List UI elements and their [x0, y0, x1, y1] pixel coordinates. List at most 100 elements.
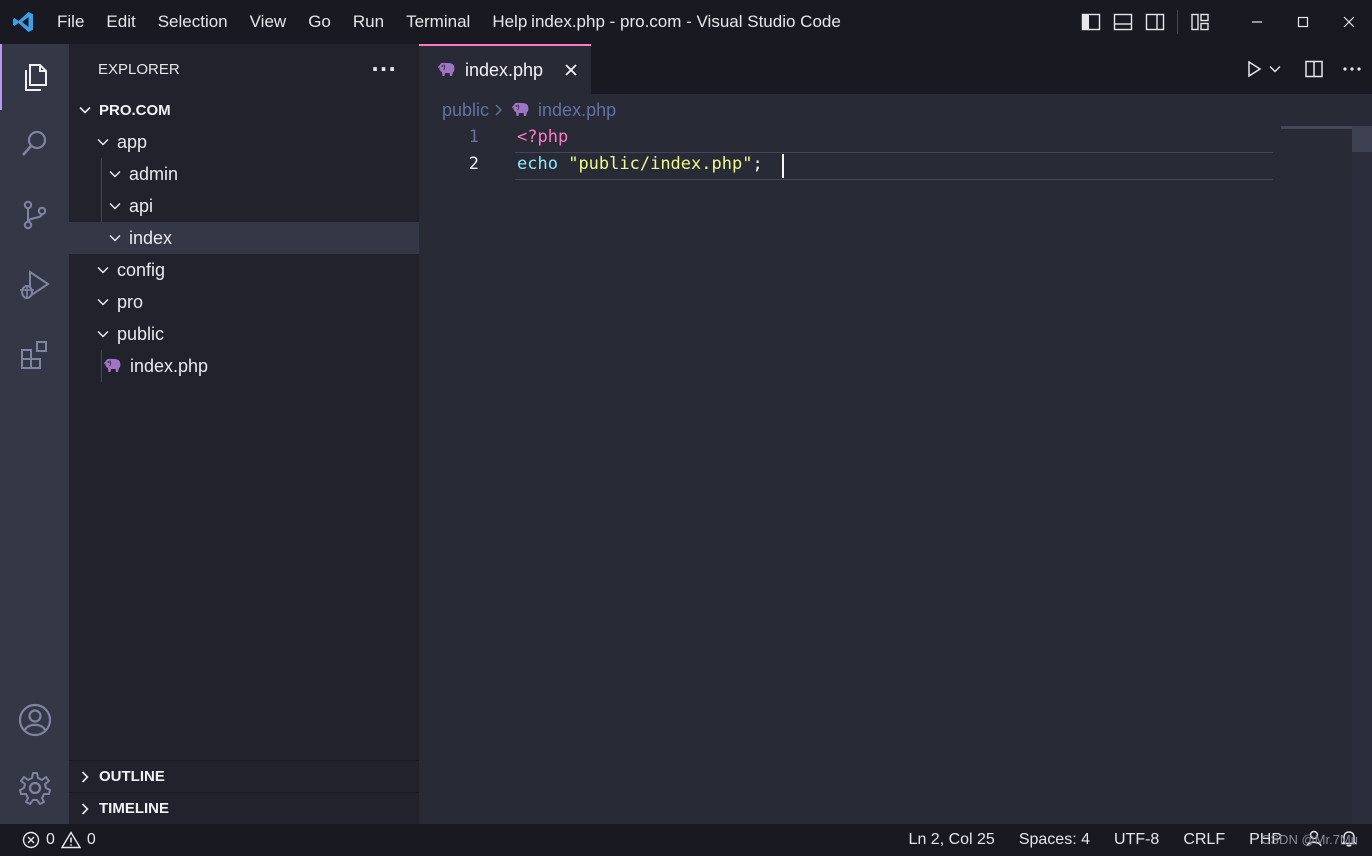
title-bar-controls [1075, 0, 1372, 44]
chevron-down-icon [105, 228, 125, 248]
title-bar-separator [1177, 10, 1178, 34]
accounts-icon[interactable] [0, 687, 69, 753]
explorer-title: EXPLORER [98, 60, 180, 78]
source-control-icon[interactable] [0, 182, 69, 248]
more-actions-icon[interactable] [1342, 44, 1362, 94]
minimap[interactable] [1281, 126, 1357, 129]
tree-item-label: app [117, 131, 148, 152]
tab-index-php[interactable]: index.php [419, 44, 591, 94]
toggle-secondary-sidebar-icon[interactable] [1139, 0, 1171, 44]
menu-file[interactable]: File [46, 0, 95, 44]
more-actions-button[interactable]: ··· [371, 57, 397, 81]
extensions-icon[interactable] [0, 322, 69, 388]
error-icon [22, 831, 40, 849]
menu-help[interactable]: Help [481, 0, 538, 44]
outline-label: OUTLINE [99, 768, 165, 785]
activity-bar [0, 44, 69, 824]
customize-layout-icon[interactable] [1184, 0, 1216, 44]
toggle-panel-icon[interactable] [1107, 0, 1139, 44]
breadcrumb: public index.php [442, 98, 616, 122]
error-count: 0 [46, 831, 55, 848]
file-tree: app admin api index config pro public in… [69, 126, 419, 426]
code-line-2[interactable]: echo "public/index.php"; [517, 154, 763, 174]
line-number: 1 [468, 127, 479, 147]
chevron-right-icon [493, 103, 505, 117]
status-bar: 0 0 Ln 2, Col 25 Spaces: 4 UTF-8 CRLF PH… [0, 824, 1372, 856]
code-token: "public/index.php" [568, 154, 753, 174]
chevron-right-icon [75, 767, 95, 787]
indentation[interactable]: Spaces: 4 [1007, 831, 1102, 849]
code-token: ; [752, 154, 763, 174]
explorer-icon[interactable] [0, 44, 69, 110]
chevron-down-icon [105, 164, 125, 184]
breadcrumb-file[interactable]: index.php [538, 100, 616, 121]
menu-bar: File Edit Selection View Go Run Terminal… [46, 0, 538, 44]
chevron-down-icon [93, 132, 113, 152]
chevron-down-icon [75, 100, 95, 120]
line-number: 2 [468, 154, 479, 174]
chevron-down-icon [93, 260, 113, 280]
code-token: echo [517, 154, 558, 174]
menu-edit[interactable]: Edit [95, 0, 146, 44]
problems-indicator[interactable]: 0 0 [0, 831, 96, 849]
run-code-icon[interactable] [1244, 44, 1264, 94]
tree-item-label: index.php [130, 355, 209, 376]
tree-item-label: api [129, 195, 154, 216]
end-of-line[interactable]: CRLF [1171, 831, 1237, 849]
encoding[interactable]: UTF-8 [1102, 831, 1171, 849]
tree-folder-api[interactable]: api [69, 190, 419, 222]
breadcrumb-folder[interactable]: public [442, 100, 489, 121]
editor-actions [1230, 44, 1372, 94]
editor-area: index.php public index.php 1 2 <?php ech… [419, 44, 1372, 824]
tree-item-label: pro [117, 291, 144, 312]
menu-selection[interactable]: Selection [147, 0, 239, 44]
warning-count: 0 [86, 831, 96, 848]
menu-view[interactable]: View [239, 0, 298, 44]
menu-run[interactable]: Run [342, 0, 395, 44]
chevron-down-icon [105, 196, 125, 216]
php-elephant-icon [437, 62, 457, 78]
tree-folder-index[interactable]: index [69, 222, 419, 254]
tree-item-label: index [129, 227, 173, 248]
chevron-right-icon [75, 799, 95, 819]
workspace-root-label: PRO.COM [99, 101, 171, 119]
run-debug-icon[interactable] [0, 252, 69, 318]
code-token: <?php [517, 127, 569, 147]
chevron-down-icon [93, 324, 113, 344]
search-icon[interactable] [0, 110, 69, 176]
cursor-position[interactable]: Ln 2, Col 25 [897, 831, 1007, 849]
explorer-header: EXPLORER ··· [69, 44, 419, 94]
manage-gear-icon[interactable] [0, 755, 69, 821]
tab-close-icon[interactable] [561, 60, 581, 80]
tree-folder-pro[interactable]: pro [69, 286, 419, 318]
tab-label: index.php [465, 59, 544, 80]
workspace-root-folder[interactable]: PRO.COM [69, 94, 419, 126]
php-elephant-icon [511, 102, 531, 118]
tree-folder-config[interactable]: config [69, 254, 419, 286]
warning-icon [60, 831, 81, 849]
split-editor-icon[interactable] [1304, 44, 1324, 94]
toggle-primary-sidebar-icon[interactable] [1075, 0, 1107, 44]
close-icon[interactable] [1326, 0, 1372, 44]
vscode-logo-icon [0, 0, 46, 44]
outline-panel-header[interactable]: OUTLINE [69, 760, 419, 792]
tree-folder-app[interactable]: app [69, 126, 419, 158]
tree-folder-public[interactable]: public [69, 318, 419, 350]
tree-item-label: admin [129, 163, 179, 184]
scrollbar-thumb[interactable] [1352, 126, 1372, 152]
timeline-panel-header[interactable]: TIMELINE [69, 792, 419, 824]
menu-terminal[interactable]: Terminal [395, 0, 481, 44]
menu-go[interactable]: Go [297, 0, 342, 44]
vertical-scrollbar[interactable] [1352, 126, 1372, 824]
run-dropdown-chevron-icon[interactable] [1268, 44, 1282, 94]
chevron-down-icon [93, 292, 113, 312]
code-line-1[interactable]: <?php [517, 127, 568, 147]
maximize-icon[interactable] [1280, 0, 1326, 44]
tree-folder-admin[interactable]: admin [69, 158, 419, 190]
tree-file-index-php[interactable]: index.php [69, 350, 419, 382]
text-cursor [782, 154, 784, 178]
title-bar: File Edit Selection View Go Run Terminal… [0, 0, 1372, 44]
editor-tab-bar: index.php [419, 44, 1372, 94]
minimize-icon[interactable] [1234, 0, 1280, 44]
